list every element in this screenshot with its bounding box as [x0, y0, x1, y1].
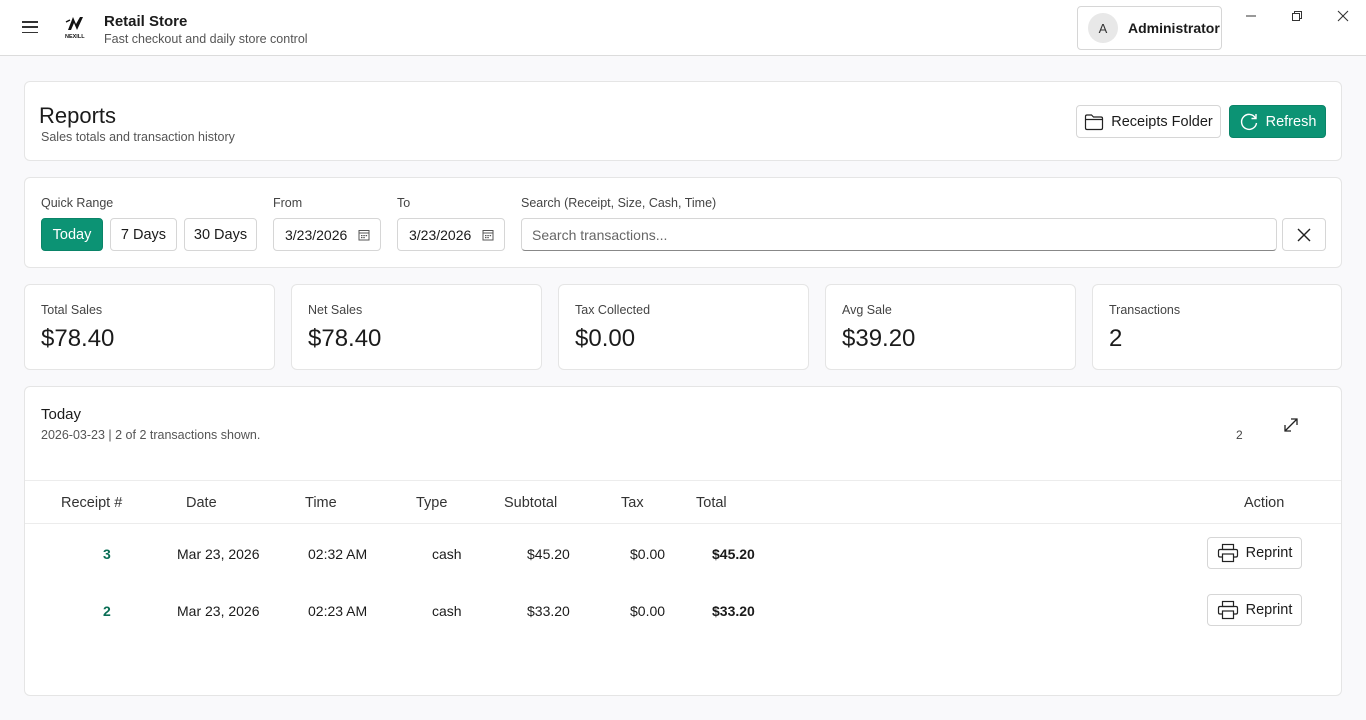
- app-subtitle: Fast checkout and daily store control: [104, 32, 308, 46]
- reprint-button[interactable]: Reprint: [1207, 537, 1302, 569]
- transaction-count: 2: [1236, 428, 1243, 442]
- stat-value: $78.40: [41, 325, 115, 352]
- table-row[interactable]: 3 Mar 23, 2026 02:32 AM cash $45.20 $0.0…: [25, 525, 1341, 582]
- app-title: Retail Store: [104, 13, 188, 30]
- stat-label: Net Sales: [308, 303, 363, 317]
- stat-label: Total Sales: [41, 303, 103, 317]
- reports-header: Reports Sales totals and transaction his…: [24, 81, 1342, 161]
- stat-label: Transactions: [1109, 303, 1181, 317]
- search-label: Search (Receipt, Size, Cash, Time): [521, 196, 717, 210]
- stat-net-sales: Net Sales $78.40: [291, 284, 542, 370]
- stat-value: $39.20: [842, 325, 916, 352]
- date-cell: Mar 23, 2026: [177, 603, 260, 619]
- reprint-label: Reprint: [1245, 545, 1293, 561]
- total-cell: $45.20: [712, 546, 755, 562]
- section-subtitle: 2026-03-23 | 2 of 2 transactions shown.: [41, 428, 261, 442]
- time-cell: 02:23 AM: [308, 603, 368, 619]
- to-date-value: 3/23/2026: [409, 226, 472, 243]
- restore-button[interactable]: [1286, 8, 1308, 24]
- close-icon: [1337, 10, 1349, 22]
- printer-icon: [1217, 600, 1238, 620]
- minimize-button[interactable]: [1240, 8, 1262, 24]
- reprint-label: Reprint: [1245, 602, 1293, 618]
- quick-range-label: Quick Range: [41, 196, 114, 210]
- table-row[interactable]: 2 Mar 23, 2026 02:23 AM cash $33.20 $0.0…: [25, 582, 1341, 639]
- range-today-button[interactable]: Today: [41, 218, 103, 251]
- stat-tax-collected: Tax Collected $0.00: [558, 284, 809, 370]
- column-header[interactable]: Receipt #: [61, 495, 122, 511]
- stat-value: 2: [1109, 325, 1123, 352]
- section-title: Today: [41, 406, 82, 423]
- logo-icon: NEXILL: [65, 17, 85, 40]
- stat-value: $78.40: [308, 325, 382, 352]
- date-cell: Mar 23, 2026: [177, 546, 260, 562]
- close-button[interactable]: [1332, 8, 1354, 24]
- subtotal-cell: $45.20: [527, 546, 570, 562]
- restore-icon: [1292, 11, 1302, 21]
- expand-button[interactable]: [1281, 415, 1301, 435]
- tax-cell: $0.00: [630, 546, 666, 562]
- user-menu-button[interactable]: A Administrator: [1077, 6, 1222, 50]
- to-date-picker[interactable]: 3/23/2026: [397, 218, 505, 251]
- stat-label: Tax Collected: [575, 303, 651, 317]
- type-cell: cash: [432, 546, 462, 562]
- subtotal-cell: $33.20: [527, 603, 570, 619]
- column-header[interactable]: Type: [416, 495, 447, 511]
- reprint-button[interactable]: Reprint: [1207, 594, 1302, 626]
- stat-label: Avg Sale: [842, 303, 892, 317]
- page-subtitle: Sales totals and transaction history: [41, 130, 235, 144]
- column-header[interactable]: Time: [305, 495, 337, 511]
- from-label: From: [273, 196, 303, 210]
- receipts-folder-label: Receipts Folder: [1111, 113, 1213, 130]
- range-30-days-button[interactable]: 30 Days: [184, 218, 257, 251]
- time-cell: 02:32 AM: [308, 546, 368, 562]
- column-header[interactable]: Tax: [621, 495, 644, 511]
- user-name: Administrator: [1128, 20, 1220, 36]
- logo-text: NEXILL: [65, 34, 85, 40]
- to-label: To: [397, 196, 411, 210]
- calendar-icon: [358, 230, 370, 241]
- calendar-icon: [482, 230, 494, 241]
- receipt-number[interactable]: 2: [103, 603, 111, 619]
- menu-icon[interactable]: [22, 19, 38, 35]
- refresh-button[interactable]: Refresh: [1229, 105, 1326, 138]
- folder-icon: [1085, 113, 1104, 130]
- close-icon: [1297, 228, 1311, 241]
- refresh-icon: [1240, 113, 1257, 130]
- avatar: A: [1088, 13, 1118, 43]
- search-input[interactable]: [521, 218, 1277, 251]
- clear-search-button[interactable]: [1282, 218, 1326, 251]
- expand-icon: [1284, 418, 1298, 432]
- stat-transactions: Transactions 2: [1092, 284, 1342, 370]
- refresh-label: Refresh: [1265, 113, 1317, 130]
- filter-panel: Quick Range Today 7 Days 30 Days From 3/…: [24, 177, 1342, 268]
- tax-cell: $0.00: [630, 603, 666, 619]
- receipt-number[interactable]: 3: [103, 546, 111, 562]
- from-date-picker[interactable]: 3/23/2026: [273, 218, 381, 251]
- receipts-folder-button[interactable]: Receipts Folder: [1076, 105, 1221, 138]
- printer-icon: [1217, 543, 1238, 563]
- column-header[interactable]: Total: [696, 495, 727, 511]
- range-7-days-button[interactable]: 7 Days: [110, 218, 177, 251]
- stat-value: $0.00: [575, 325, 636, 352]
- column-header[interactable]: Date: [186, 495, 217, 511]
- transactions-panel: Today 2026-03-23 | 2 of 2 transactions s…: [24, 386, 1342, 696]
- logo: NEXILL: [62, 14, 90, 40]
- column-header[interactable]: Subtotal: [504, 495, 557, 511]
- stat-avg-sale: Avg Sale $39.20: [825, 284, 1076, 370]
- table-header: Receipt # Date Time Type Subtotal Tax To…: [25, 480, 1341, 524]
- type-cell: cash: [432, 603, 462, 619]
- title-bar: NEXILL Retail Store Fast checkout and da…: [0, 0, 1366, 56]
- minimize-icon: [1246, 15, 1256, 17]
- column-header: Action: [1244, 495, 1285, 511]
- stat-total-sales: Total Sales $78.40: [24, 284, 275, 370]
- page-title: Reports: [39, 103, 117, 128]
- from-date-value: 3/23/2026: [285, 226, 348, 243]
- total-cell: $33.20: [712, 603, 755, 619]
